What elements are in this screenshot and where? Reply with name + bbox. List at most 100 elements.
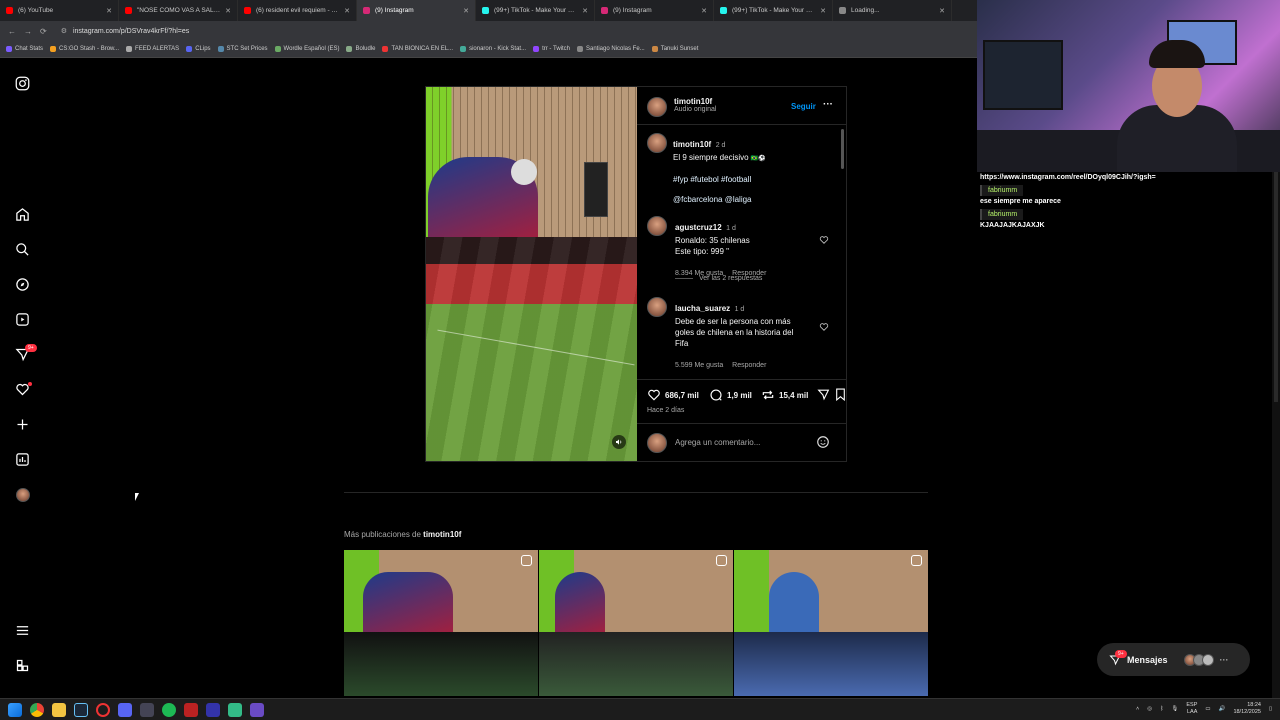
follow-button[interactable]: Seguir	[791, 102, 816, 111]
bookmark-item[interactable]: Santiago Nicolas Fe...	[576, 46, 645, 52]
bluetooth-icon[interactable]: ᛒ	[1160, 706, 1163, 712]
caption-avatar[interactable]	[647, 133, 667, 153]
post-video-gameplay[interactable]	[426, 237, 637, 461]
repost-button[interactable]: 15,4 mil	[761, 388, 808, 402]
clock[interactable]: 18:24 18/12/2025	[1233, 702, 1261, 716]
bookmark-item[interactable]: Wordle Español (ES)	[274, 46, 339, 52]
bookmark-item[interactable]: TAN BIONICA EN EL...	[382, 46, 453, 52]
site-info-icon[interactable]: ⚙	[61, 27, 67, 35]
comment-like-icon[interactable]	[819, 319, 829, 337]
browser-tab[interactable]: (99+) TikTok - Make Your Day ✕	[714, 0, 833, 21]
comment-username[interactable]: laucha_suarez	[675, 304, 730, 313]
chrome-icon[interactable]	[30, 702, 44, 717]
forward-icon[interactable]: →	[24, 27, 32, 36]
bookmark-item[interactable]: sionaron - Kick Stat...	[460, 46, 526, 52]
volume-tray-icon[interactable]: 🔊	[1219, 706, 1226, 712]
opera-icon[interactable]	[96, 702, 110, 717]
grid-post[interactable]	[539, 550, 733, 696]
comment-button[interactable]: 1,9 mil	[709, 388, 752, 402]
create-icon[interactable]	[14, 416, 31, 433]
reply-button[interactable]: Responder	[732, 362, 766, 369]
comment-avatar[interactable]	[647, 216, 667, 236]
close-tab-icon[interactable]: ✕	[225, 7, 231, 15]
caption-username[interactable]: timotin10f	[673, 140, 711, 149]
threads-icon[interactable]	[14, 657, 31, 674]
browser-tab[interactable]: (9) Instagram ✕	[595, 0, 714, 21]
app-icon[interactable]	[206, 702, 220, 717]
grid-post[interactable]	[344, 550, 538, 696]
close-tab-icon[interactable]: ✕	[106, 7, 112, 15]
close-tab-icon[interactable]: ✕	[939, 7, 945, 15]
file-explorer-icon[interactable]	[52, 702, 66, 717]
app-icon[interactable]	[140, 702, 154, 717]
comments-scrollbar[interactable]	[841, 129, 844, 169]
spotify-icon[interactable]	[162, 702, 176, 717]
comment-avatar[interactable]	[647, 297, 667, 317]
chevron-up-icon[interactable]: ˄	[1136, 706, 1139, 712]
search-icon[interactable]	[14, 241, 31, 258]
explore-icon[interactable]	[14, 276, 31, 293]
reels-icon[interactable]	[14, 311, 31, 328]
network-icon[interactable]: ◎	[1147, 706, 1152, 712]
share-icon[interactable]	[817, 388, 830, 401]
app-icon[interactable]	[228, 702, 242, 717]
browser-tab[interactable]: "NOSE COMO VAS A SALIR" M...✕	[119, 0, 238, 21]
bookmark-item[interactable]: STC Set Prices	[217, 46, 268, 52]
menu-icon[interactable]	[14, 622, 31, 639]
bookmark-item[interactable]: CS:GO Stash - Brow...	[50, 46, 119, 52]
audio-label[interactable]: Audio original	[674, 106, 716, 113]
browser-tab[interactable]: (99+) TikTok - Make Your Day ✕	[476, 0, 595, 21]
close-tab-icon[interactable]: ✕	[582, 7, 588, 15]
windows-start-icon[interactable]	[8, 702, 22, 717]
view-replies-label[interactable]: Ver las 2 respuestas	[699, 275, 762, 282]
discord-icon[interactable]	[118, 702, 132, 717]
caption-hashtags[interactable]: #fyp #futebol #football	[673, 175, 843, 184]
bookmark-item[interactable]: CLips	[186, 46, 211, 52]
mic-icon[interactable]: 🎙	[1171, 706, 1178, 712]
monitor-icon[interactable]: ▭	[1205, 706, 1210, 712]
grid-post[interactable]	[734, 550, 928, 696]
comment-likes[interactable]: 5.599 Me gusta	[675, 362, 723, 369]
back-icon[interactable]: ←	[8, 27, 16, 36]
dashboard-icon[interactable]	[14, 451, 31, 468]
browser-tab[interactable]: (6) YouTube ✕	[0, 0, 119, 21]
bookmark-item[interactable]: Tanuki Sunset	[651, 46, 698, 52]
view-replies[interactable]: Ver las 2 respuestas	[675, 275, 762, 282]
browser-tab[interactable]: (6) resident evil requiem - YouT ✕	[238, 0, 357, 21]
bookmark-item[interactable]: Chat Stats	[6, 46, 43, 52]
close-tab-icon[interactable]: ✕	[463, 7, 469, 15]
close-tab-icon[interactable]: ✕	[344, 7, 350, 15]
app-icon[interactable]	[184, 702, 198, 717]
instagram-logo-icon[interactable]	[14, 75, 31, 92]
post-video-top[interactable]	[426, 87, 637, 237]
messages-button[interactable]: Mensajes ···	[1097, 643, 1250, 676]
close-tab-icon[interactable]: ✕	[820, 7, 826, 15]
comment-like-icon[interactable]	[819, 232, 829, 250]
profile-avatar[interactable]	[14, 486, 31, 503]
volume-icon[interactable]	[612, 435, 626, 449]
caption-mentions[interactable]: @fcbarcelona @laliga	[673, 195, 843, 204]
home-icon[interactable]	[14, 206, 31, 223]
url-field[interactable]: instagram.com/p/DSVrav4krFf/?hl=es	[73, 28, 189, 35]
bookmark-item[interactable]: Boludle	[346, 46, 375, 52]
close-tab-icon[interactable]: ✕	[701, 7, 707, 15]
emoji-icon[interactable]	[816, 435, 830, 454]
save-icon[interactable]	[835, 388, 846, 401]
author-username[interactable]: timotin10f	[674, 97, 716, 106]
notification-center-icon[interactable]: ▯	[1269, 706, 1272, 712]
author-avatar[interactable]	[647, 97, 667, 117]
bookmark-item[interactable]: FEED ALERTAS	[126, 46, 179, 52]
add-comment-input[interactable]: Agrega un comentario...	[675, 438, 760, 447]
browser-tab[interactable]: Loading... ✕	[833, 0, 952, 21]
browser-tab[interactable]: (9) Instagram ✕	[357, 0, 476, 21]
bookmark-item[interactable]: trr - Twitch	[533, 46, 570, 52]
input-language[interactable]: ESP LAA	[1186, 702, 1197, 716]
more-posts-username[interactable]: timotin10f	[423, 530, 461, 539]
like-button[interactable]: 686,7 mil	[647, 388, 699, 402]
more-options-icon[interactable]: ···	[823, 99, 833, 110]
page-scrollbar[interactable]	[1272, 172, 1280, 698]
steam-icon[interactable]	[74, 702, 88, 717]
comment-username[interactable]: agustcruz12	[675, 223, 722, 232]
app-icon[interactable]	[250, 702, 264, 717]
reload-icon[interactable]: ⟳	[40, 27, 47, 36]
